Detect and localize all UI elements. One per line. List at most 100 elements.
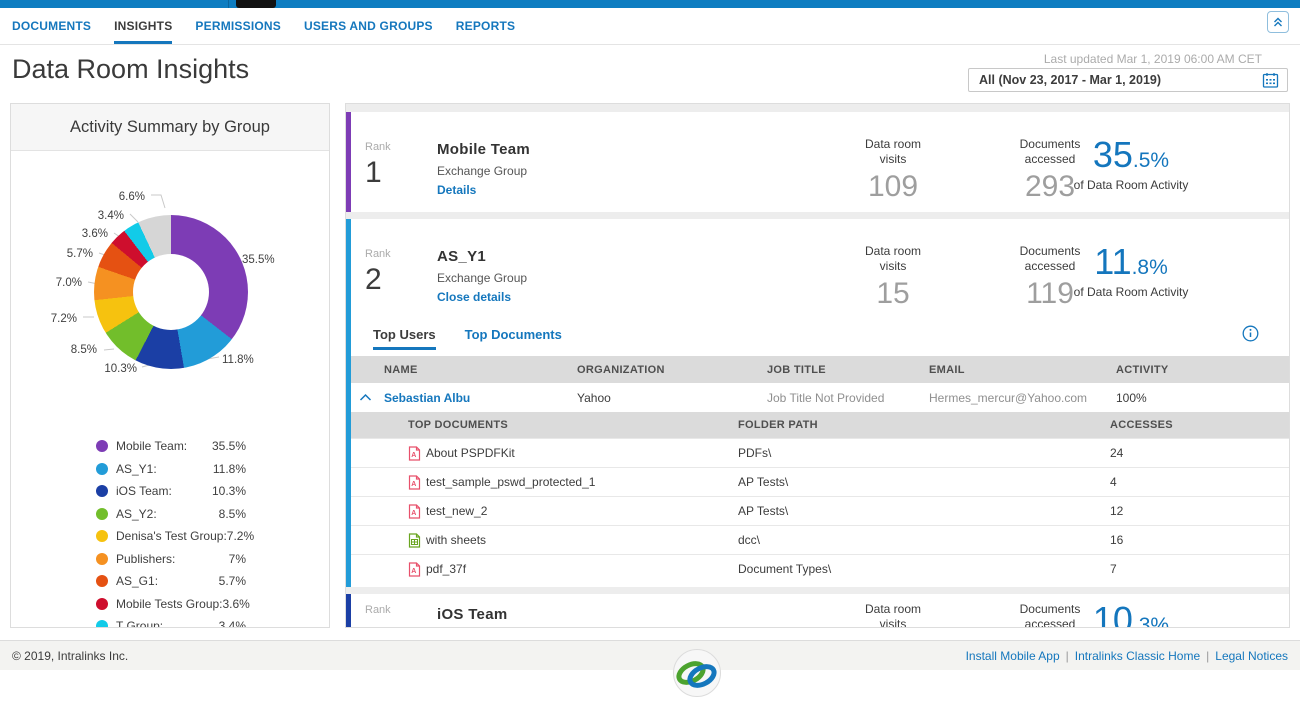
document-row: AAbout PSPDFKit PDFs\ 24 xyxy=(346,438,1289,467)
browser-top-strip xyxy=(0,0,1300,8)
document-row: with sheets dcc\ 16 xyxy=(346,525,1289,554)
footer-links: Install Mobile App | Intralinks Classic … xyxy=(966,649,1288,663)
top-strip-tab-handle xyxy=(236,0,276,8)
donut-label: 35.5% xyxy=(242,254,275,266)
date-range-value: All (Nov 23, 2017 - Mar 1, 2019) xyxy=(979,73,1262,87)
legend-dot xyxy=(96,553,108,565)
details-link[interactable]: Details xyxy=(437,183,530,197)
svg-text:A: A xyxy=(411,568,416,575)
donut-label: 6.6% xyxy=(119,191,145,203)
footer: © 2019, Intralinks Inc. Install Mobile A… xyxy=(0,640,1300,670)
donut-label: 7.0% xyxy=(56,277,82,289)
pdf-file-icon: A xyxy=(408,446,421,461)
intralinks-logo xyxy=(672,648,722,698)
tab-top-users[interactable]: Top Users xyxy=(373,314,436,353)
page-title: Data Room Insights xyxy=(12,54,249,85)
activity-summary-panel: Activity Summary by Group 35.5% 11.8% 10… xyxy=(10,103,330,628)
legend-dot xyxy=(96,485,108,497)
donut-label: 11.8% xyxy=(222,354,254,366)
last-updated-text: Last updated Mar 1, 2019 06:00 AM CET xyxy=(1044,52,1262,66)
legend-dot xyxy=(96,463,108,475)
rank-label: Rank xyxy=(365,248,391,260)
donut-chart-area: 35.5% 11.8% 10.3% 8.5% 7.2% 7.0% 5.7% 3.… xyxy=(11,151,329,437)
install-mobile-app-link[interactable]: Install Mobile App xyxy=(966,649,1060,663)
chart-legend: Mobile Team:35.5% AS_Y1:11.8% iOS Team:1… xyxy=(96,440,246,628)
user-name-link[interactable]: Sebastian Albu xyxy=(384,391,577,405)
donut-label: 8.5% xyxy=(71,344,97,356)
document-row: Atest_new_2 AP Tests\ 12 xyxy=(346,496,1289,525)
group-ranking-panel: Rank 1 Mobile Team Exchange Group Detail… xyxy=(345,103,1290,628)
nav-tab-users-and-groups[interactable]: USERS AND GROUPS xyxy=(304,8,433,44)
visits-value: 109 xyxy=(853,170,933,204)
document-row: Apdf_37f Document Types\ 7 xyxy=(346,554,1289,583)
spreadsheet-file-icon xyxy=(408,533,421,548)
visits-label: Data room visits xyxy=(853,137,933,167)
pdf-file-icon: A xyxy=(408,562,421,577)
legend-item: AS_Y2:8.5% xyxy=(96,508,246,521)
calendar-icon xyxy=(1262,72,1279,89)
donut-label: 10.3% xyxy=(104,363,137,375)
legend-item: Mobile Tests Group:3.6% xyxy=(96,598,246,611)
group-name: AS_Y1 xyxy=(437,248,527,265)
documents-table-header: TOP DOCUMENTS FOLDER PATH ACCESSES xyxy=(346,412,1289,438)
legend-item: AS_Y1:11.8% xyxy=(96,463,246,476)
close-details-link[interactable]: Close details xyxy=(437,290,527,304)
legend-dot xyxy=(96,575,108,587)
legend-item: Publishers:7% xyxy=(96,553,246,566)
user-activity: 100% xyxy=(1116,391,1289,405)
legal-notices-link[interactable]: Legal Notices xyxy=(1215,649,1288,663)
top-strip-divider xyxy=(228,0,229,8)
intralinks-classic-home-link[interactable]: Intralinks Classic Home xyxy=(1075,649,1200,663)
donut-label: 7.2% xyxy=(51,313,77,325)
detail-tabs: Top Users Top Documents xyxy=(346,311,1289,356)
legend-dot xyxy=(96,598,108,610)
rank-label: Rank xyxy=(365,604,391,616)
activity-summary-title: Activity Summary by Group xyxy=(11,104,329,151)
activity-donut-chart xyxy=(94,215,248,369)
svg-text:A: A xyxy=(411,510,416,517)
visits-label: Data room visits xyxy=(853,602,933,628)
donut-label: 3.4% xyxy=(98,210,124,222)
collapse-panel-button[interactable] xyxy=(1267,11,1289,33)
copyright-text: © 2019, Intralinks Inc. xyxy=(12,649,128,663)
svg-text:A: A xyxy=(411,481,416,488)
nav-tab-documents[interactable]: DOCUMENTS xyxy=(12,8,91,44)
rank1-card: Rank 1 Mobile Team Exchange Group Detail… xyxy=(346,112,1289,212)
group-name: iOS Team xyxy=(437,606,507,623)
nav-tab-permissions[interactable]: PERMISSIONS xyxy=(195,8,281,44)
tab-top-documents[interactable]: Top Documents xyxy=(465,314,562,353)
rank2-card: Rank 2 AS_Y1 Exchange Group Close detail… xyxy=(346,219,1289,587)
donut-label: 3.6% xyxy=(82,228,108,240)
legend-dot xyxy=(96,530,108,542)
activity-percentage: 11.8% of Data Room Activity xyxy=(1021,241,1241,299)
user-job-title: Job Title Not Provided xyxy=(767,391,929,405)
pdf-file-icon: A xyxy=(408,504,421,519)
donut-label: 5.7% xyxy=(67,248,93,260)
activity-percentage: 10.3% xyxy=(1021,599,1241,628)
legend-item: T Group:3.4% xyxy=(96,620,246,628)
user-organization: Yahoo xyxy=(577,391,767,405)
svg-text:A: A xyxy=(411,452,416,459)
user-email: Hermes_mercur@Yahoo.com xyxy=(929,391,1116,405)
legend-dot xyxy=(96,620,108,628)
visits-label: Data room visits xyxy=(853,244,933,274)
pdf-file-icon: A xyxy=(408,475,421,490)
date-range-select[interactable]: All (Nov 23, 2017 - Mar 1, 2019) xyxy=(968,68,1288,92)
legend-item: iOS Team:10.3% xyxy=(96,485,246,498)
legend-item: AS_G1:5.7% xyxy=(96,575,246,588)
group-type: Exchange Group xyxy=(437,164,530,178)
legend-dot xyxy=(96,440,108,452)
activity-percentage: 35.5% of Data Room Activity xyxy=(1021,134,1241,192)
info-icon[interactable] xyxy=(1242,325,1259,342)
users-table-header: NAME ORGANIZATION JOB TITLE EMAIL ACTIVI… xyxy=(346,356,1289,383)
rank-label: Rank xyxy=(365,141,391,153)
user-row: Sebastian Albu Yahoo Job Title Not Provi… xyxy=(346,383,1289,412)
main-nav: DOCUMENTS INSIGHTS PERMISSIONS USERS AND… xyxy=(0,8,1300,45)
nav-tab-insights[interactable]: INSIGHTS xyxy=(114,8,172,44)
rank-number: 2 xyxy=(365,263,391,297)
document-row: Atest_sample_pswd_protected_1 AP Tests\ … xyxy=(346,467,1289,496)
nav-tab-reports[interactable]: REPORTS xyxy=(456,8,515,44)
legend-item: Mobile Team:35.5% xyxy=(96,440,246,453)
collapse-row-chevron-icon[interactable] xyxy=(346,393,384,402)
legend-dot xyxy=(96,508,108,520)
